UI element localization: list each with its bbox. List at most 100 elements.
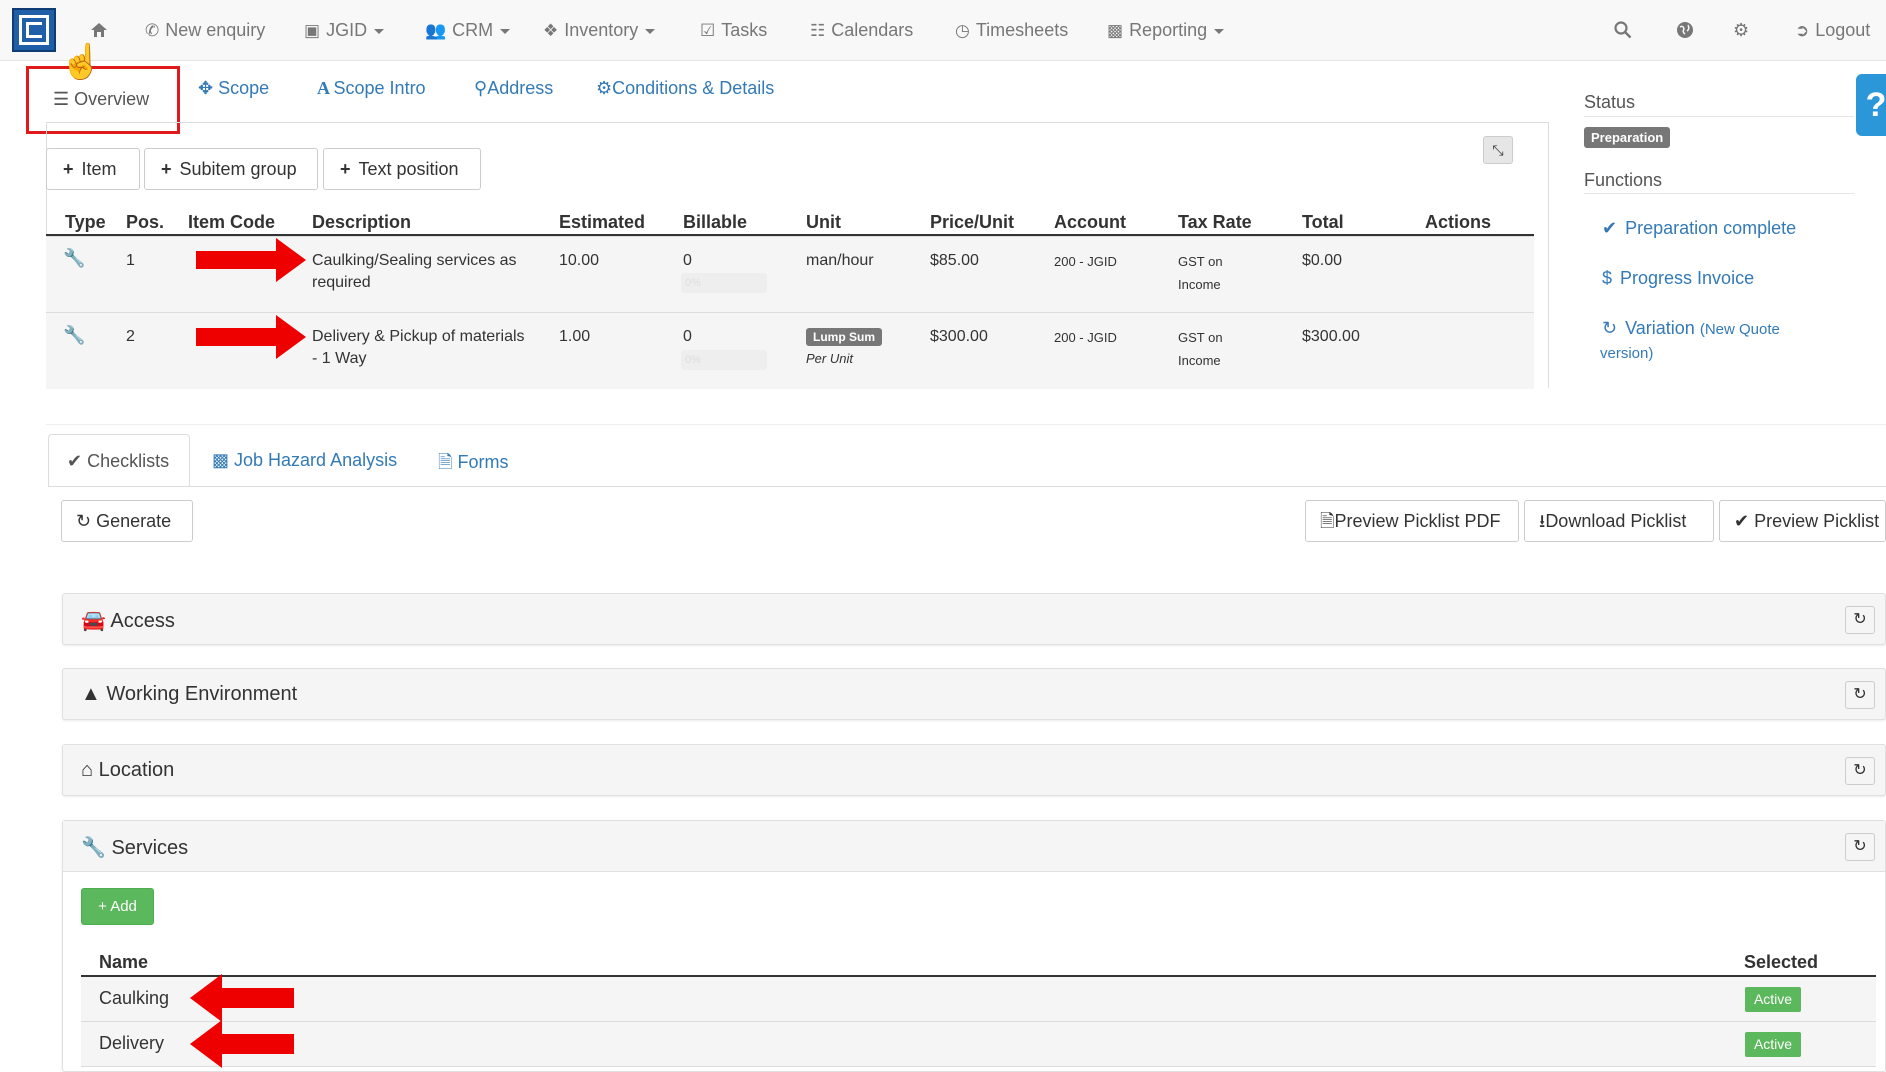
row-description-line2: required bbox=[312, 274, 371, 291]
plus-icon: + bbox=[63, 159, 74, 179]
add-text-position-button[interactable]: + Text position bbox=[323, 148, 481, 190]
tab-address[interactable]: ⚲Address bbox=[474, 78, 553, 99]
row-price: $85.00 bbox=[930, 252, 979, 269]
active-badge[interactable]: Active bbox=[1745, 987, 1801, 1012]
top-navbar: ✆ New enquiry ▣ JGID 👥 CRM ❖ Inventory ☑ Task… bbox=[0, 0, 1886, 61]
nav-reporting[interactable]: ▩ Reporting bbox=[1107, 0, 1225, 60]
section-access[interactable]: 🚘 Access ↻ bbox=[62, 593, 1886, 645]
active-badge[interactable]: Active bbox=[1745, 1032, 1801, 1057]
col-estimated: Estimated bbox=[559, 212, 646, 232]
col-account: Account bbox=[1054, 212, 1126, 232]
tab-conditions-details[interactable]: ⚙Conditions & Details bbox=[596, 78, 774, 99]
refresh-icon: ↻ bbox=[1853, 686, 1867, 703]
row-description-line2: - 1 Way bbox=[312, 350, 367, 367]
tree-icon: ▲ bbox=[81, 683, 101, 705]
variation-link[interactable]: ↻ Variation (New Quote bbox=[1602, 318, 1780, 339]
lower-panel-top bbox=[46, 424, 1886, 425]
col-description: Description bbox=[312, 212, 412, 232]
nav-inventory[interactable]: ❖ Inventory bbox=[543, 0, 656, 60]
progress-invoice-link[interactable]: $ Progress Invoice bbox=[1602, 268, 1754, 289]
check-icon: ✔ bbox=[67, 451, 88, 471]
service-row[interactable]: Delivery Active bbox=[81, 1022, 1876, 1067]
status-label: Status bbox=[1584, 92, 1636, 112]
bar-chart-icon: ▩ bbox=[1107, 21, 1124, 40]
refresh-icon: ↻ bbox=[1853, 762, 1867, 779]
tab-scope[interactable]: ✥ Scope bbox=[198, 78, 269, 99]
add-item-button[interactable]: + Item bbox=[46, 148, 140, 190]
help-button[interactable]: ? bbox=[1856, 74, 1886, 136]
divider bbox=[1584, 116, 1854, 117]
users-icon: 👥 bbox=[425, 21, 447, 40]
nav-timesheets[interactable]: ◷ Timesheets bbox=[955, 0, 1068, 60]
divider bbox=[1584, 193, 1854, 194]
row-total: $300.00 bbox=[1302, 328, 1360, 345]
add-service-button[interactable]: + Add bbox=[81, 888, 154, 925]
unit-badge: Lump Sum bbox=[806, 328, 882, 346]
service-name: Caulking bbox=[99, 988, 170, 1008]
col-selected: Selected bbox=[1744, 952, 1819, 972]
row-description: Caulking/Sealing services as bbox=[312, 252, 517, 269]
compress-icon: ⤡ bbox=[1492, 142, 1504, 158]
billable-progress-bar: 0% bbox=[681, 273, 767, 293]
nav-calendars[interactable]: ☷ Calendars bbox=[810, 0, 913, 60]
refresh-button[interactable]: ↻ bbox=[1845, 681, 1875, 709]
row-description: Delivery & Pickup of materials bbox=[312, 328, 525, 345]
generate-button[interactable]: ↻ Generate bbox=[61, 500, 193, 542]
preview-picklist-button[interactable]: ✔ Preview Picklist bbox=[1719, 500, 1886, 542]
check-icon: ✔ bbox=[1602, 218, 1618, 238]
globe-button[interactable] bbox=[1676, 0, 1694, 60]
font-icon: A bbox=[317, 78, 334, 98]
col-unit: Unit bbox=[806, 212, 841, 232]
refresh-button[interactable]: ↻ bbox=[1845, 606, 1875, 634]
red-arrow-left-icon bbox=[190, 974, 294, 1022]
nav-new-enquiry[interactable]: ✆ New enquiry bbox=[145, 0, 265, 60]
logout-link[interactable]: ➲ Logout bbox=[1795, 0, 1870, 60]
tab-checklists[interactable]: ✔ Checklists bbox=[48, 434, 190, 487]
add-subitem-group-button[interactable]: + Subitem group bbox=[144, 148, 318, 190]
hand-pointer-icon: ☝ bbox=[60, 43, 103, 81]
tab-job-hazard-analysis[interactable]: ▩ Job Hazard Analysis bbox=[212, 450, 397, 471]
section-working-environment[interactable]: ▲ Working Environment ↻ bbox=[62, 668, 1886, 720]
section-location[interactable]: ⌂ Location ↻ bbox=[62, 744, 1886, 796]
compress-button[interactable]: ⤡ bbox=[1483, 136, 1513, 164]
globe-icon bbox=[1677, 22, 1693, 38]
refresh-icon: ↻ bbox=[1853, 611, 1867, 628]
search-button[interactable] bbox=[1614, 0, 1632, 60]
caret-down-icon bbox=[645, 28, 656, 34]
refresh-button[interactable]: ↻ bbox=[1845, 833, 1875, 861]
col-price-unit: Price/Unit bbox=[930, 212, 1015, 232]
refresh-button[interactable]: ↻ bbox=[1845, 757, 1875, 785]
col-billable: Billable bbox=[683, 212, 748, 232]
nav-jgid[interactable]: ▣ JGID bbox=[304, 0, 385, 60]
red-arrow-right-icon bbox=[196, 238, 306, 282]
preview-picklist-pdf-button[interactable]: 🗎Preview Picklist PDF bbox=[1305, 500, 1519, 542]
preparation-complete-link[interactable]: ✔ Preparation complete bbox=[1602, 218, 1796, 239]
services-header[interactable] bbox=[63, 821, 1885, 872]
plus-icon: + bbox=[340, 159, 351, 179]
check-icon: ✔ bbox=[1734, 511, 1755, 531]
plus-icon: + bbox=[161, 159, 172, 179]
nav-crm[interactable]: 👥 CRM bbox=[425, 0, 511, 60]
caret-down-icon bbox=[374, 28, 385, 34]
settings-button[interactable]: ⚙ bbox=[1733, 0, 1749, 60]
app-logo[interactable] bbox=[12, 8, 56, 52]
col-type: Type bbox=[65, 212, 106, 232]
dollar-icon: $ bbox=[1602, 268, 1613, 288]
billable-progress-bar: 0% bbox=[681, 350, 767, 370]
service-row[interactable]: Caulking Active bbox=[81, 977, 1876, 1022]
calendar-icon: ☷ bbox=[810, 21, 826, 40]
nav-tasks[interactable]: ☑ Tasks bbox=[700, 0, 767, 60]
row-tax-rate: GST on bbox=[1178, 330, 1223, 345]
crosshairs-icon: ✥ bbox=[198, 78, 219, 98]
home-icon: ⌂ bbox=[81, 759, 94, 781]
check-square-icon: ☑ bbox=[700, 21, 716, 40]
service-name: Delivery bbox=[99, 1033, 165, 1053]
caret-down-icon bbox=[500, 28, 511, 34]
row-tax-rate-line2: Income bbox=[1178, 353, 1221, 368]
row-pos: 2 bbox=[126, 328, 135, 345]
download-picklist-button[interactable]: ⭳Download Picklist bbox=[1524, 500, 1714, 542]
file-icon: 🗎 bbox=[438, 452, 458, 472]
row-tax-rate-line2: Income bbox=[1178, 277, 1221, 292]
tab-scope-intro[interactable]: A Scope Intro bbox=[317, 78, 426, 99]
tab-forms[interactable]: 🗎 Forms bbox=[438, 450, 508, 480]
